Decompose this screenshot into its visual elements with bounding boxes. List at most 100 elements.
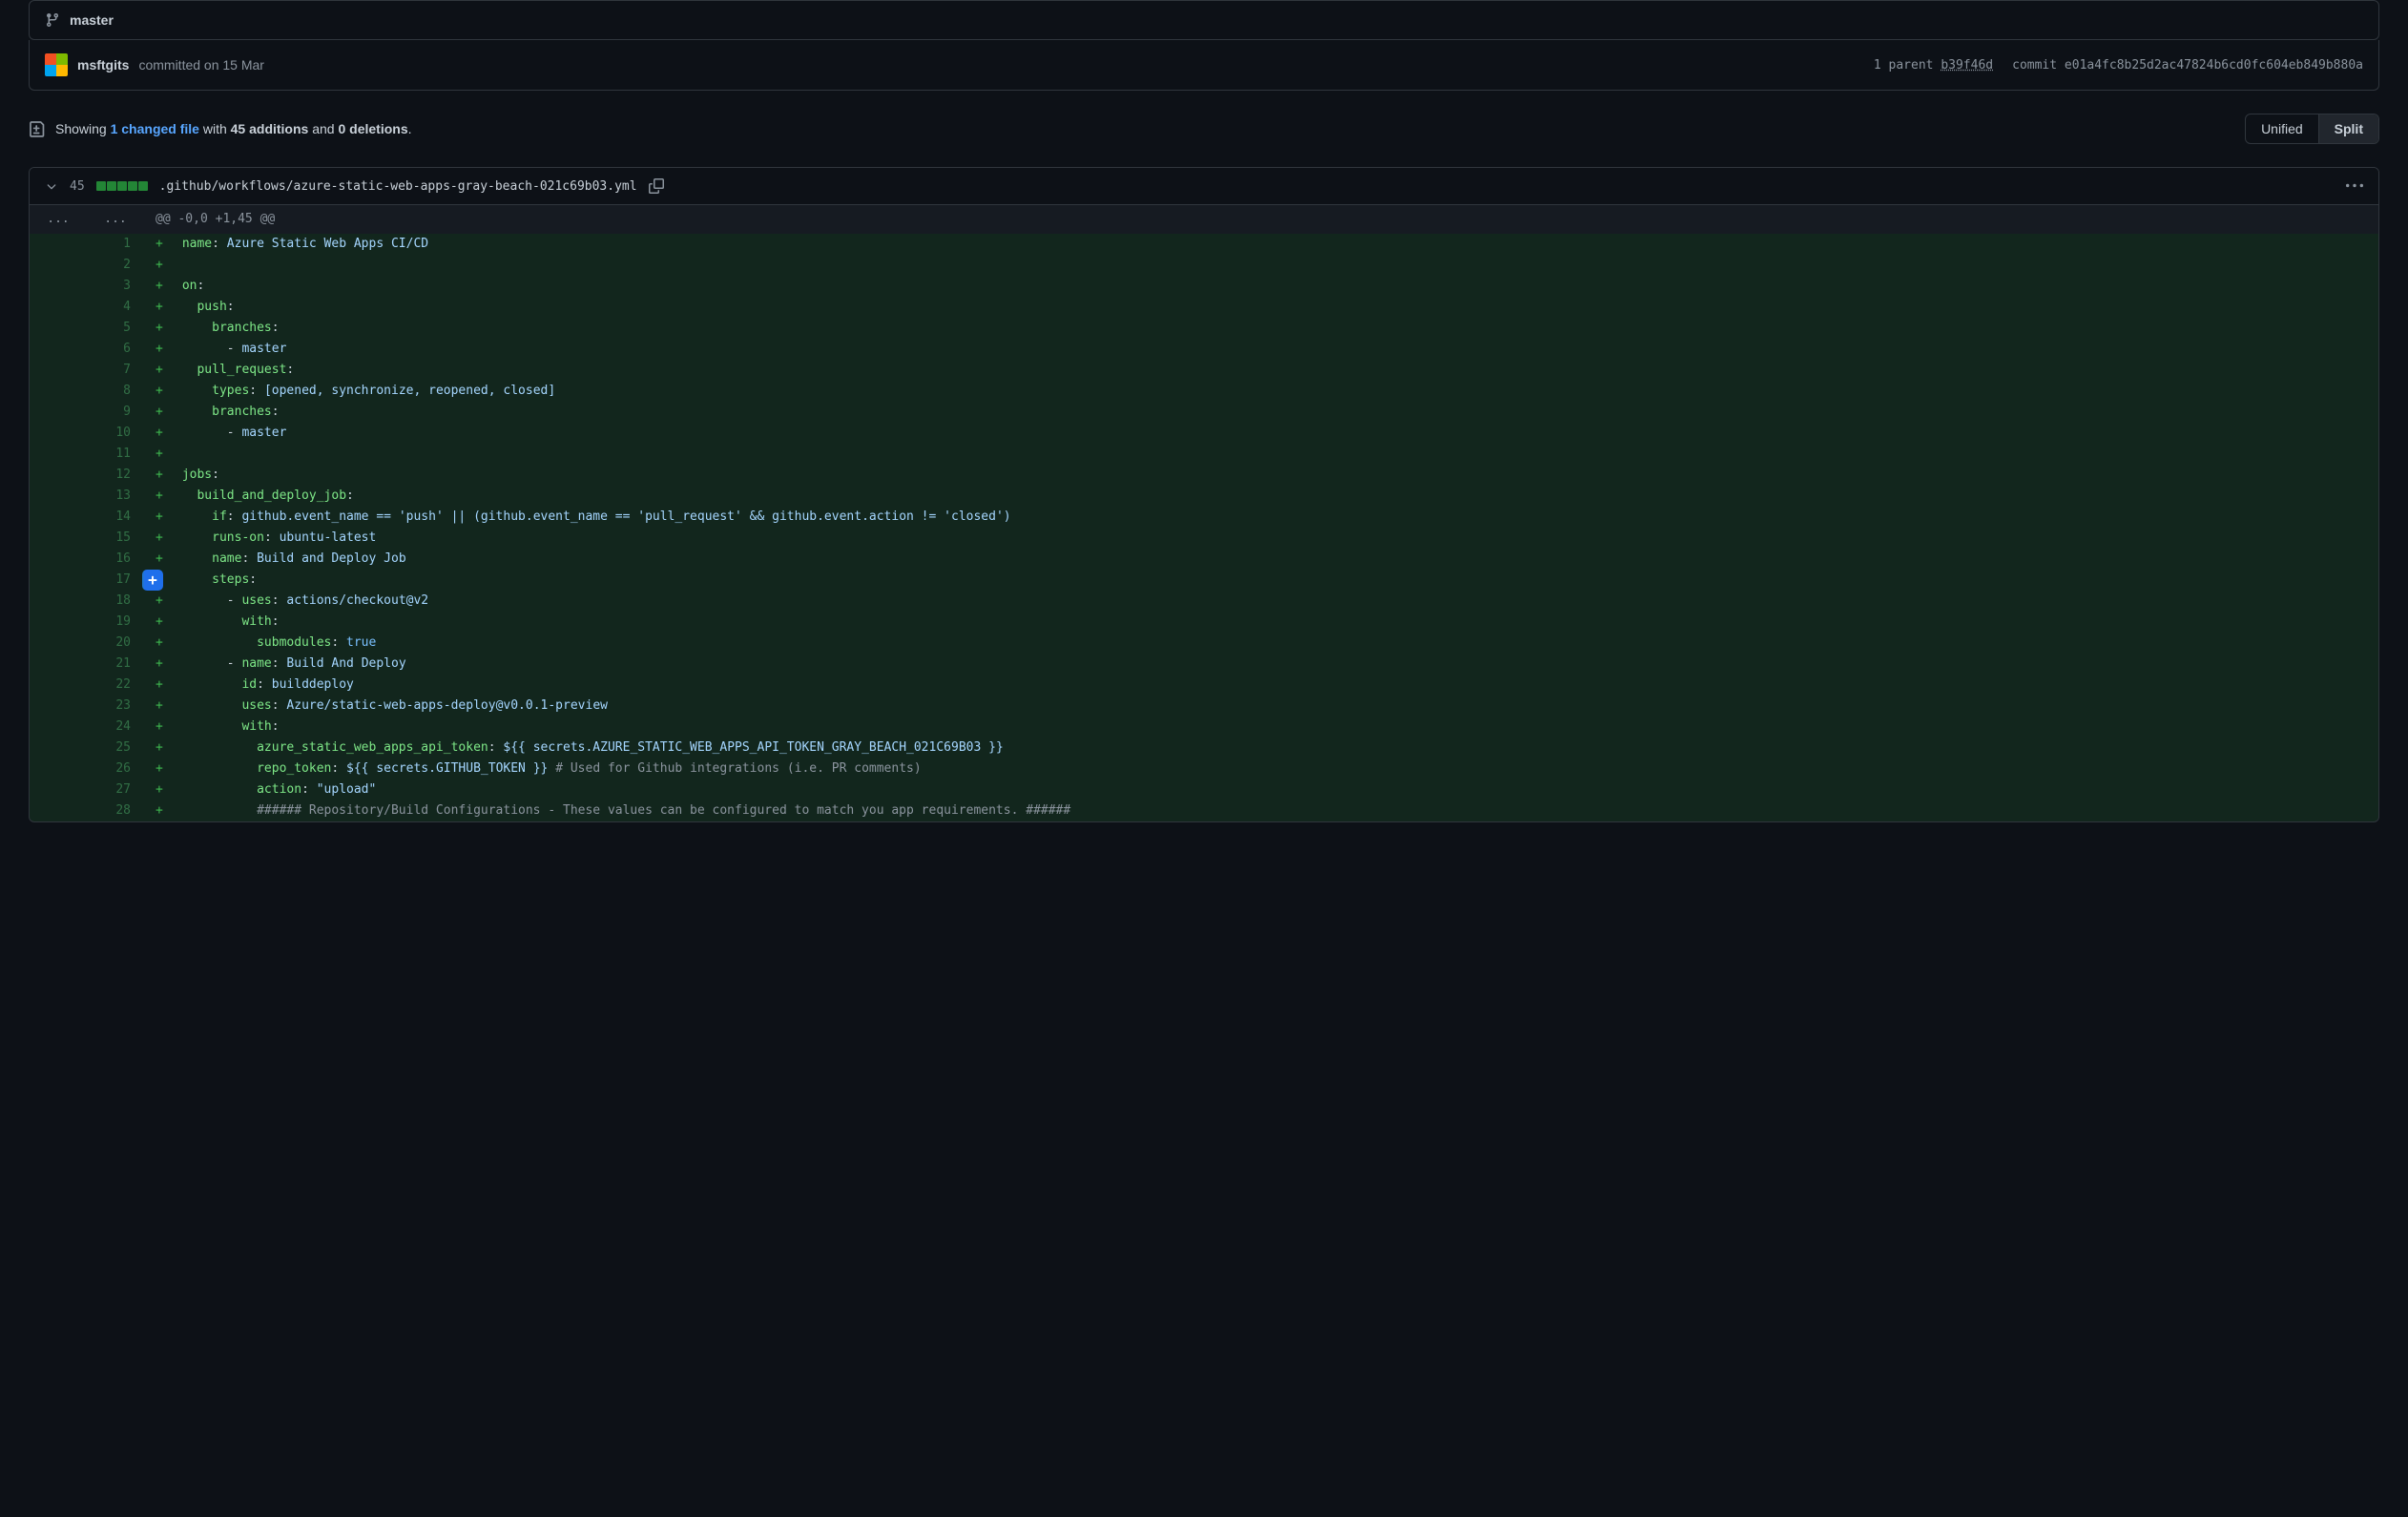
- expand-hunk-button[interactable]: ...: [87, 205, 144, 234]
- line-number-old[interactable]: [30, 276, 87, 297]
- code-cell[interactable]: + id: builddeploy: [144, 675, 2378, 696]
- line-number-old[interactable]: [30, 465, 87, 486]
- line-number-new[interactable]: 18: [87, 591, 144, 612]
- code-cell[interactable]: + - name: Build And Deploy: [144, 654, 2378, 675]
- line-number-old[interactable]: [30, 758, 87, 779]
- diff-table: ... ... @@ -0,0 +1,45 @@ 1+ name: Azure …: [30, 205, 2378, 821]
- chevron-down-icon[interactable]: [45, 179, 58, 193]
- code-cell[interactable]: + ###### Repository/Build Configurations…: [144, 800, 2378, 821]
- line-number-old[interactable]: [30, 360, 87, 381]
- line-number-new[interactable]: 8: [87, 381, 144, 402]
- code-cell[interactable]: + steps:: [144, 570, 2378, 591]
- line-number-old[interactable]: [30, 738, 87, 758]
- line-number-new[interactable]: 16+: [87, 549, 144, 570]
- line-number-old[interactable]: [30, 507, 87, 528]
- line-number-old[interactable]: [30, 779, 87, 800]
- line-number-new[interactable]: 7: [87, 360, 144, 381]
- line-number-old[interactable]: [30, 423, 87, 444]
- line-number-new[interactable]: 2: [87, 255, 144, 276]
- code-cell[interactable]: + if: github.event_name == 'push' || (gi…: [144, 507, 2378, 528]
- code-cell[interactable]: + runs-on: ubuntu-latest: [144, 528, 2378, 549]
- line-number-new[interactable]: 15: [87, 528, 144, 549]
- file-path[interactable]: .github/workflows/azure-static-web-apps-…: [159, 179, 637, 194]
- code-cell[interactable]: + name: Build and Deploy Job: [144, 549, 2378, 570]
- code-cell[interactable]: +: [144, 255, 2378, 276]
- line-number-new[interactable]: 1: [87, 234, 144, 255]
- code-cell[interactable]: + push:: [144, 297, 2378, 318]
- code-cell[interactable]: + branches:: [144, 402, 2378, 423]
- line-number-new[interactable]: 14: [87, 507, 144, 528]
- branch-name[interactable]: master: [70, 12, 114, 28]
- changed-files-link[interactable]: 1 changed file: [111, 121, 199, 136]
- code-cell[interactable]: + submodules: true: [144, 633, 2378, 654]
- code-cell[interactable]: + jobs:: [144, 465, 2378, 486]
- code-cell[interactable]: + branches:: [144, 318, 2378, 339]
- code-cell[interactable]: + on:: [144, 276, 2378, 297]
- line-number-new[interactable]: 23: [87, 696, 144, 717]
- line-number-old[interactable]: [30, 339, 87, 360]
- line-number-old[interactable]: [30, 696, 87, 717]
- line-number-old[interactable]: [30, 486, 87, 507]
- line-number-new[interactable]: 5: [87, 318, 144, 339]
- line-number-old[interactable]: [30, 612, 87, 633]
- line-number-old[interactable]: [30, 570, 87, 591]
- code-cell[interactable]: + - master: [144, 339, 2378, 360]
- line-number-new[interactable]: 4: [87, 297, 144, 318]
- line-number-old[interactable]: [30, 528, 87, 549]
- line-number-old[interactable]: [30, 654, 87, 675]
- line-number-old[interactable]: [30, 444, 87, 465]
- code-cell[interactable]: + with:: [144, 717, 2378, 738]
- line-number-new[interactable]: 27: [87, 779, 144, 800]
- copy-icon[interactable]: [649, 178, 664, 194]
- code-cell[interactable]: + repo_token: ${{ secrets.GITHUB_TOKEN }…: [144, 758, 2378, 779]
- code-cell[interactable]: + build_and_deploy_job:: [144, 486, 2378, 507]
- line-number-new[interactable]: 13: [87, 486, 144, 507]
- kebab-icon[interactable]: [2346, 177, 2363, 195]
- line-number-old[interactable]: [30, 633, 87, 654]
- line-number-old[interactable]: [30, 297, 87, 318]
- code-cell[interactable]: + uses: Azure/static-web-apps-deploy@v0.…: [144, 696, 2378, 717]
- line-number-new[interactable]: 12: [87, 465, 144, 486]
- line-number-old[interactable]: [30, 591, 87, 612]
- code-cell[interactable]: + with:: [144, 612, 2378, 633]
- line-number-old[interactable]: [30, 402, 87, 423]
- line-number-old[interactable]: [30, 549, 87, 570]
- line-number-old[interactable]: [30, 234, 87, 255]
- author-link[interactable]: msftgits: [77, 57, 129, 73]
- code-cell[interactable]: + name: Azure Static Web Apps CI/CD: [144, 234, 2378, 255]
- line-number-new[interactable]: 10: [87, 423, 144, 444]
- split-view-button[interactable]: Split: [2318, 114, 2378, 143]
- line-number-old[interactable]: [30, 255, 87, 276]
- line-number-old[interactable]: [30, 717, 87, 738]
- parent-sha-link[interactable]: b39f46d: [1941, 58, 1993, 73]
- line-number-new[interactable]: 24: [87, 717, 144, 738]
- line-number-new[interactable]: 26: [87, 758, 144, 779]
- code-cell[interactable]: + - uses: actions/checkout@v2: [144, 591, 2378, 612]
- line-number-old[interactable]: [30, 381, 87, 402]
- line-number-new[interactable]: 9: [87, 402, 144, 423]
- line-number-new[interactable]: 28: [87, 800, 144, 821]
- line-number-new[interactable]: 20: [87, 633, 144, 654]
- code-cell[interactable]: + azure_static_web_apps_api_token: ${{ s…: [144, 738, 2378, 758]
- line-number-new[interactable]: 19: [87, 612, 144, 633]
- code-cell[interactable]: + action: "upload": [144, 779, 2378, 800]
- add-comment-button[interactable]: +: [142, 570, 163, 591]
- code-cell[interactable]: +: [144, 444, 2378, 465]
- expand-hunk-button[interactable]: ...: [30, 205, 87, 234]
- line-number-new[interactable]: 3: [87, 276, 144, 297]
- line-number-new[interactable]: 17: [87, 570, 144, 591]
- line-number-old[interactable]: [30, 318, 87, 339]
- line-number-new[interactable]: 6: [87, 339, 144, 360]
- line-number-old[interactable]: [30, 675, 87, 696]
- line-number-new[interactable]: 25: [87, 738, 144, 758]
- unified-view-button[interactable]: Unified: [2246, 114, 2318, 143]
- code-cell[interactable]: + pull_request:: [144, 360, 2378, 381]
- line-number-new[interactable]: 11: [87, 444, 144, 465]
- code-cell[interactable]: + types: [opened, synchronize, reopened,…: [144, 381, 2378, 402]
- commit-date[interactable]: on 15 Mar: [204, 57, 264, 73]
- line-number-new[interactable]: 22: [87, 675, 144, 696]
- line-number-new[interactable]: 21: [87, 654, 144, 675]
- code-cell[interactable]: + - master: [144, 423, 2378, 444]
- line-number-old[interactable]: [30, 800, 87, 821]
- avatar[interactable]: [45, 53, 68, 76]
